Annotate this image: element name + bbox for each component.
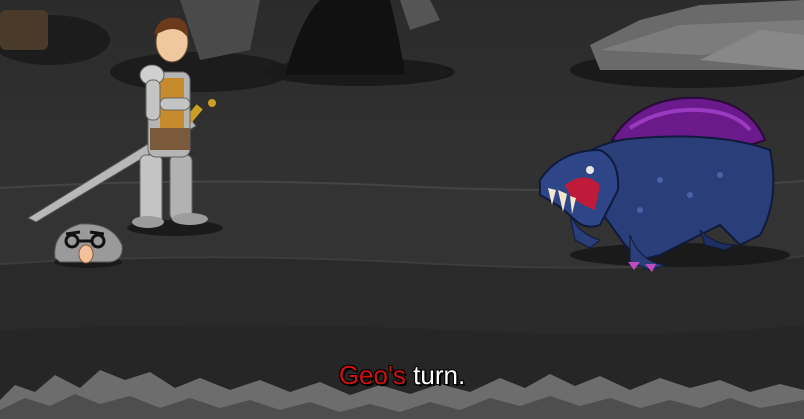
cave-rocks bbox=[0, 0, 804, 92]
scene-art bbox=[0, 0, 804, 419]
battle-scene: Geo's turn. bbox=[0, 0, 804, 419]
turn-announcement: Geo's turn. bbox=[0, 360, 804, 391]
turn-character-name: Geo's bbox=[338, 360, 406, 390]
turn-suffix: turn. bbox=[405, 360, 466, 390]
